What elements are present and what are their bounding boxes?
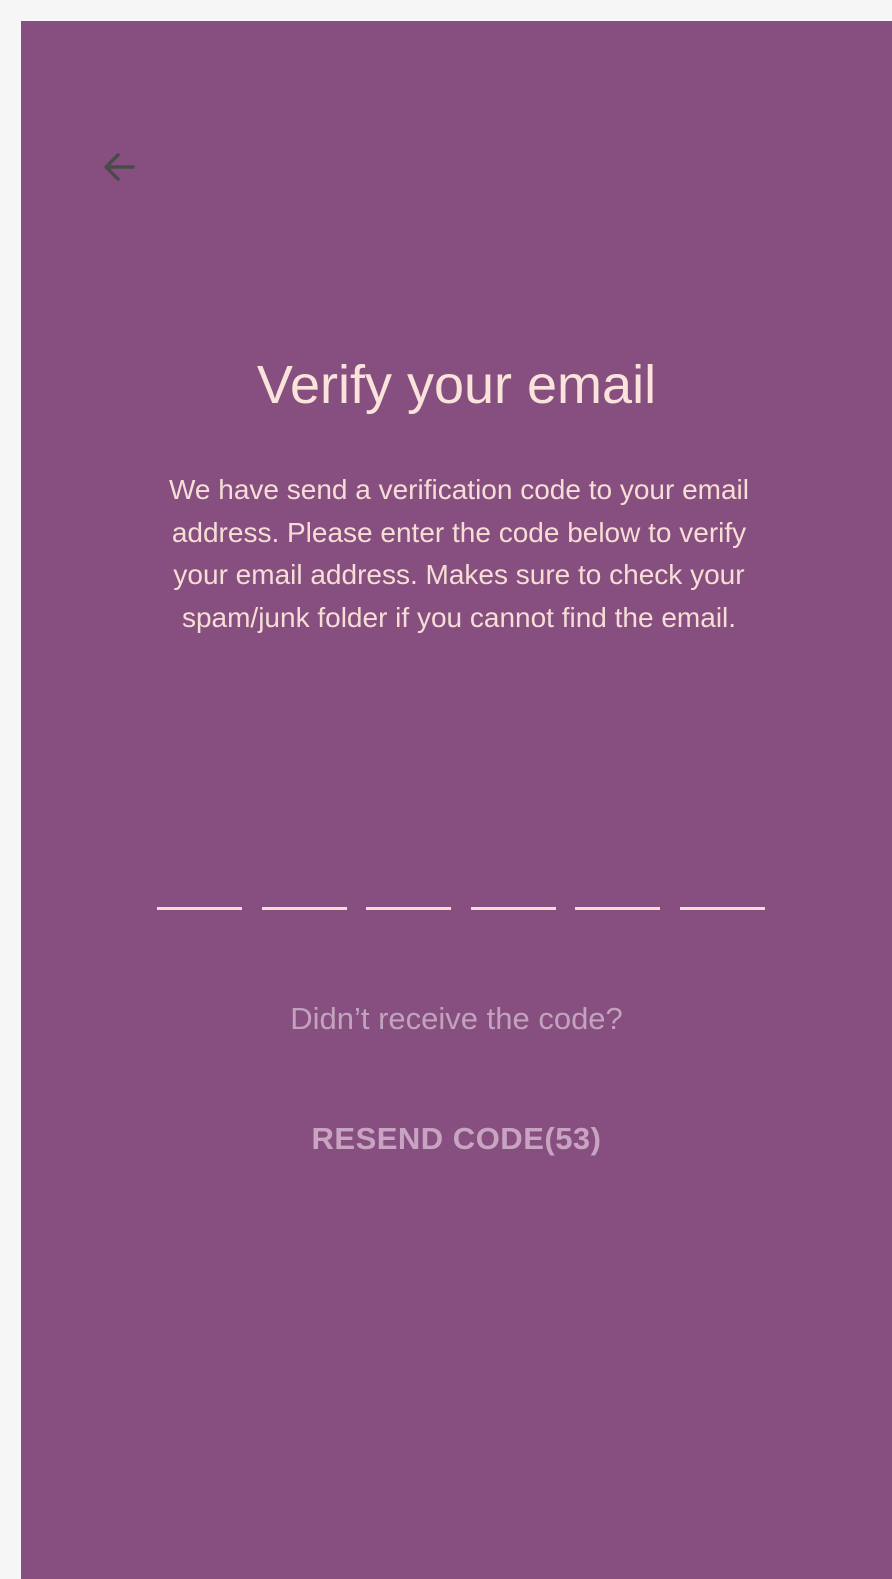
code-digit-5[interactable] <box>575 847 661 910</box>
instructions-text: We have send a verification code to your… <box>168 474 749 633</box>
resend-code-button[interactable]: RESEND CODE(53) <box>21 1119 892 1159</box>
code-digit-3[interactable] <box>366 847 452 910</box>
arrow-left-icon <box>104 153 135 181</box>
page-title: Verify your email <box>256 355 657 416</box>
code-digit-2[interactable] <box>261 847 347 910</box>
code-digit-1[interactable] <box>157 847 242 910</box>
didnt-receive-text: Didn’t receive the code? <box>290 1001 623 1036</box>
verify-email-screen: Verify your email We have send a verific… <box>21 21 892 1579</box>
code-digit-6[interactable] <box>679 847 765 910</box>
verification-code-input <box>157 847 765 910</box>
back-button[interactable] <box>93 141 145 193</box>
code-digit-4[interactable] <box>470 847 556 910</box>
